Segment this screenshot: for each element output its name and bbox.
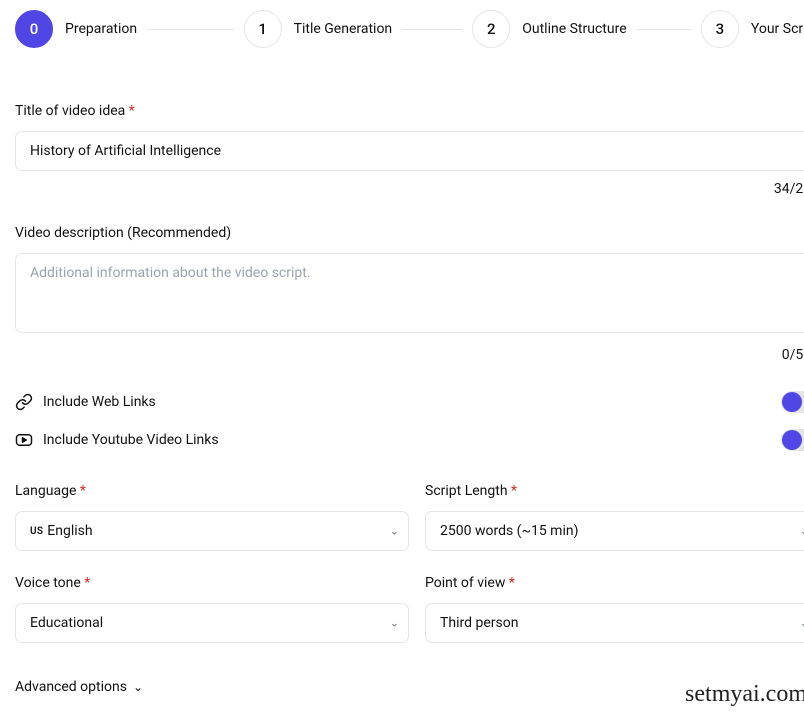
language-group: Language * USEnglish ⌄ xyxy=(15,483,409,551)
step-label-2: Outline Structure xyxy=(522,21,626,37)
video-description-group: Video description (Recommended) 0/500 xyxy=(15,225,804,363)
required-asterisk: * xyxy=(84,575,90,591)
description-counter: 0/500 xyxy=(15,347,804,363)
step-circle-2: 2 xyxy=(472,10,510,48)
language-select[interactable]: US English xyxy=(15,511,409,551)
flag-us: US xyxy=(30,526,43,537)
pov-label: Point of view * xyxy=(425,575,804,591)
step-line xyxy=(637,29,691,30)
language-value: English xyxy=(47,523,92,539)
title-input[interactable] xyxy=(15,131,804,171)
include-web-links-label: Include Web Links xyxy=(43,394,156,410)
required-asterisk: * xyxy=(129,103,135,119)
include-youtube-links-toggle[interactable] xyxy=(781,429,804,451)
step-circle-0: 0 xyxy=(15,10,53,48)
script-length-group: Script Length * 2500 words (~15 min) ⌄ xyxy=(425,483,804,551)
step-preparation[interactable]: 0 Preparation xyxy=(15,10,244,48)
step-label-1: Title Generation xyxy=(294,21,393,37)
voice-tone-group: Voice tone * Educational ⌄ xyxy=(15,575,409,643)
voice-tone-select[interactable]: Educational xyxy=(15,603,409,643)
voice-tone-label-text: Voice tone xyxy=(15,575,84,591)
advanced-options-label: Advanced options xyxy=(15,679,127,695)
description-label: Video description (Recommended) xyxy=(15,225,804,241)
required-asterisk: * xyxy=(511,483,517,499)
pov-select[interactable]: Third person xyxy=(425,603,804,643)
script-length-label-text: Script Length xyxy=(425,483,511,499)
chevron-down-icon: ⌄ xyxy=(133,680,143,694)
include-youtube-links-label: Include Youtube Video Links xyxy=(43,432,219,448)
advanced-options-toggle[interactable]: Advanced options ⌄ xyxy=(15,679,143,695)
include-web-links-row: Include Web Links xyxy=(15,391,804,413)
row-language-script: Language * USEnglish ⌄ Script Length * 2… xyxy=(15,483,804,551)
step-outline-structure[interactable]: 2 Outline Structure xyxy=(472,10,701,48)
title-label: Title of video idea * xyxy=(15,103,804,119)
youtube-icon xyxy=(15,431,33,449)
include-web-links-toggle[interactable] xyxy=(781,391,804,413)
pov-label-text: Point of view xyxy=(425,575,509,591)
required-asterisk: * xyxy=(509,575,515,591)
voice-tone-label: Voice tone * xyxy=(15,575,409,591)
row-voice-pov: Voice tone * Educational ⌄ Point of view… xyxy=(15,575,804,643)
stepper: 0 Preparation 1 Title Generation 2 Outli… xyxy=(15,10,804,48)
toggle-knob xyxy=(782,392,802,412)
step-label-3: Your Script xyxy=(751,21,804,37)
description-textarea[interactable] xyxy=(15,253,804,333)
step-title-generation[interactable]: 1 Title Generation xyxy=(244,10,473,48)
step-your-script[interactable]: 3 Your Script xyxy=(701,10,804,48)
title-counter: 34/200 xyxy=(15,181,804,197)
step-circle-1: 1 xyxy=(244,10,282,48)
toggle-knob xyxy=(782,430,802,450)
required-asterisk: * xyxy=(80,483,86,499)
script-length-select[interactable]: 2500 words (~15 min) xyxy=(425,511,804,551)
step-line xyxy=(402,29,462,30)
title-label-text: Title of video idea xyxy=(15,103,129,119)
script-length-label: Script Length * xyxy=(425,483,804,499)
title-of-video-group: Title of video idea * 34/200 xyxy=(15,103,804,197)
language-label: Language * xyxy=(15,483,409,499)
step-circle-3: 3 xyxy=(701,10,739,48)
language-label-text: Language xyxy=(15,483,80,499)
pov-group: Point of view * Third person ⌄ xyxy=(425,575,804,643)
step-line xyxy=(147,29,233,30)
step-label-0: Preparation xyxy=(65,21,137,37)
include-youtube-links-row: Include Youtube Video Links xyxy=(15,429,804,451)
link-icon xyxy=(15,393,33,411)
